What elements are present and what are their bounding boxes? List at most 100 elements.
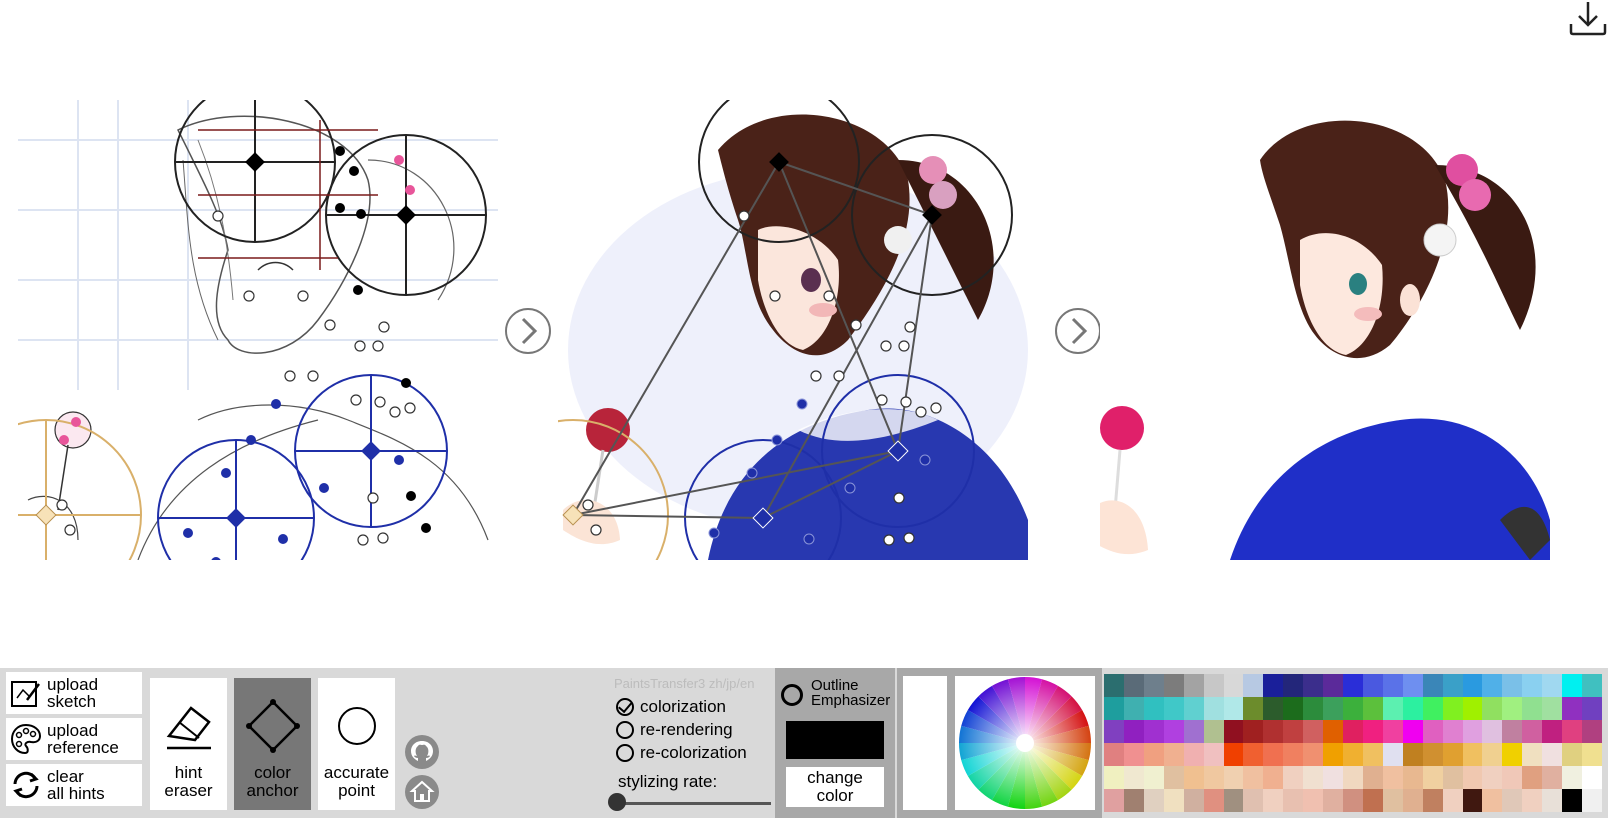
palette-swatch[interactable]: [1382, 697, 1403, 720]
palette-swatch[interactable]: [1323, 674, 1344, 697]
upload-sketch-button[interactable]: upload sketch: [6, 672, 142, 714]
palette-swatch[interactable]: [1223, 697, 1244, 720]
palette-swatch[interactable]: [1382, 674, 1403, 697]
palette-swatch[interactable]: [1203, 743, 1224, 766]
palette-swatch[interactable]: [1582, 720, 1602, 743]
palette-swatch[interactable]: [1343, 789, 1363, 812]
palette-swatch[interactable]: [1382, 720, 1403, 743]
palette-swatch[interactable]: [1263, 697, 1284, 720]
palette-swatch[interactable]: [1123, 697, 1144, 720]
palette-swatch[interactable]: [1482, 743, 1503, 766]
palette-swatch[interactable]: [1323, 789, 1344, 812]
palette-swatch[interactable]: [1542, 674, 1563, 697]
palette-swatch[interactable]: [1402, 743, 1423, 766]
palette-swatch[interactable]: [1243, 720, 1264, 743]
palette-swatch[interactable]: [1422, 766, 1443, 789]
palette-swatch[interactable]: [1283, 789, 1304, 812]
palette-swatch[interactable]: [1223, 766, 1244, 789]
palette-swatch[interactable]: [1183, 766, 1204, 789]
palette-swatch[interactable]: [1362, 743, 1383, 766]
palette-swatch[interactable]: [1223, 789, 1244, 812]
palette-swatch[interactable]: [1582, 674, 1602, 697]
mode-option-colorization[interactable]: colorization: [616, 696, 726, 718]
mode-option-re-rendering[interactable]: re-rendering: [616, 719, 733, 741]
palette-swatch[interactable]: [1243, 674, 1264, 697]
palette-swatch[interactable]: [1422, 674, 1443, 697]
palette-swatch[interactable]: [1382, 789, 1403, 812]
palette-swatch[interactable]: [1502, 674, 1523, 697]
palette-swatch[interactable]: [1123, 720, 1144, 743]
palette-swatch[interactable]: [1582, 743, 1602, 766]
palette-swatch[interactable]: [1323, 766, 1344, 789]
palette-swatch[interactable]: [1183, 789, 1204, 812]
palette-swatch[interactable]: [1283, 697, 1304, 720]
palette-swatch[interactable]: [1562, 697, 1583, 720]
palette-swatch[interactable]: [1143, 697, 1164, 720]
palette-swatch[interactable]: [1163, 766, 1184, 789]
palette-swatch[interactable]: [1582, 697, 1602, 720]
palette-swatch[interactable]: [1542, 789, 1563, 812]
palette-swatch[interactable]: [1263, 743, 1284, 766]
github-icon[interactable]: [404, 734, 440, 770]
current-color-swatch[interactable]: [786, 721, 884, 759]
radio-empty-icon[interactable]: [781, 684, 803, 706]
palette-swatch[interactable]: [1402, 674, 1423, 697]
palette-swatch[interactable]: [1482, 674, 1503, 697]
palette-swatch[interactable]: [1104, 674, 1124, 697]
hint-eraser-tool[interactable]: hint eraser: [150, 678, 227, 810]
accurate-point-tool[interactable]: accurate point: [318, 678, 395, 810]
palette-swatch[interactable]: [1143, 674, 1164, 697]
palette-swatch[interactable]: [1562, 789, 1583, 812]
palette-swatch[interactable]: [1263, 720, 1284, 743]
radio-empty-icon[interactable]: [616, 744, 634, 762]
checkbox-checked-icon[interactable]: [616, 698, 634, 716]
palette-swatch[interactable]: [1542, 766, 1563, 789]
palette-swatch[interactable]: [1522, 789, 1543, 812]
palette-swatch[interactable]: [1104, 743, 1124, 766]
brightness-strip[interactable]: [903, 676, 947, 810]
palette-swatch[interactable]: [1123, 789, 1144, 812]
palette-swatch[interactable]: [1362, 789, 1383, 812]
palette-swatch[interactable]: [1402, 720, 1423, 743]
stylizing-rate-slider[interactable]: [616, 802, 771, 805]
palette-swatch[interactable]: [1163, 743, 1184, 766]
palette-swatch[interactable]: [1522, 697, 1543, 720]
palette-swatch[interactable]: [1243, 743, 1264, 766]
palette-swatch[interactable]: [1303, 697, 1324, 720]
palette-swatch[interactable]: [1123, 766, 1144, 789]
palette-swatch[interactable]: [1402, 766, 1423, 789]
palette-swatch[interactable]: [1163, 697, 1184, 720]
palette-swatch[interactable]: [1462, 789, 1483, 812]
palette-swatch[interactable]: [1123, 743, 1144, 766]
palette-swatch[interactable]: [1462, 743, 1483, 766]
palette-swatch[interactable]: [1203, 674, 1224, 697]
palette-swatch[interactable]: [1183, 743, 1204, 766]
palette-swatch[interactable]: [1303, 789, 1324, 812]
palette-swatch[interactable]: [1343, 674, 1363, 697]
palette-swatch[interactable]: [1462, 766, 1483, 789]
palette-swatch[interactable]: [1263, 789, 1284, 812]
palette-swatch[interactable]: [1104, 789, 1124, 812]
radio-empty-icon[interactable]: [616, 721, 634, 739]
mode-option-re-colorization[interactable]: re-colorization: [616, 742, 747, 764]
palette-swatch[interactable]: [1303, 720, 1324, 743]
palette-swatch[interactable]: [1422, 720, 1443, 743]
palette-swatch[interactable]: [1502, 697, 1523, 720]
palette-swatch[interactable]: [1562, 766, 1583, 789]
color-anchor-tool[interactable]: color anchor: [234, 678, 311, 810]
palette-swatch[interactable]: [1303, 674, 1324, 697]
palette-swatch[interactable]: [1482, 766, 1503, 789]
palette-swatch[interactable]: [1283, 766, 1304, 789]
palette-swatch[interactable]: [1123, 674, 1144, 697]
palette-swatch[interactable]: [1163, 674, 1184, 697]
palette-swatch[interactable]: [1382, 743, 1403, 766]
palette-swatch[interactable]: [1562, 674, 1583, 697]
palette-swatch[interactable]: [1462, 674, 1483, 697]
palette-swatch[interactable]: [1343, 720, 1363, 743]
palette-swatch[interactable]: [1382, 766, 1403, 789]
palette-swatch[interactable]: [1502, 743, 1523, 766]
palette-swatch[interactable]: [1203, 720, 1224, 743]
palette-swatch[interactable]: [1203, 789, 1224, 812]
palette-swatch[interactable]: [1203, 697, 1224, 720]
palette-swatch[interactable]: [1223, 743, 1244, 766]
